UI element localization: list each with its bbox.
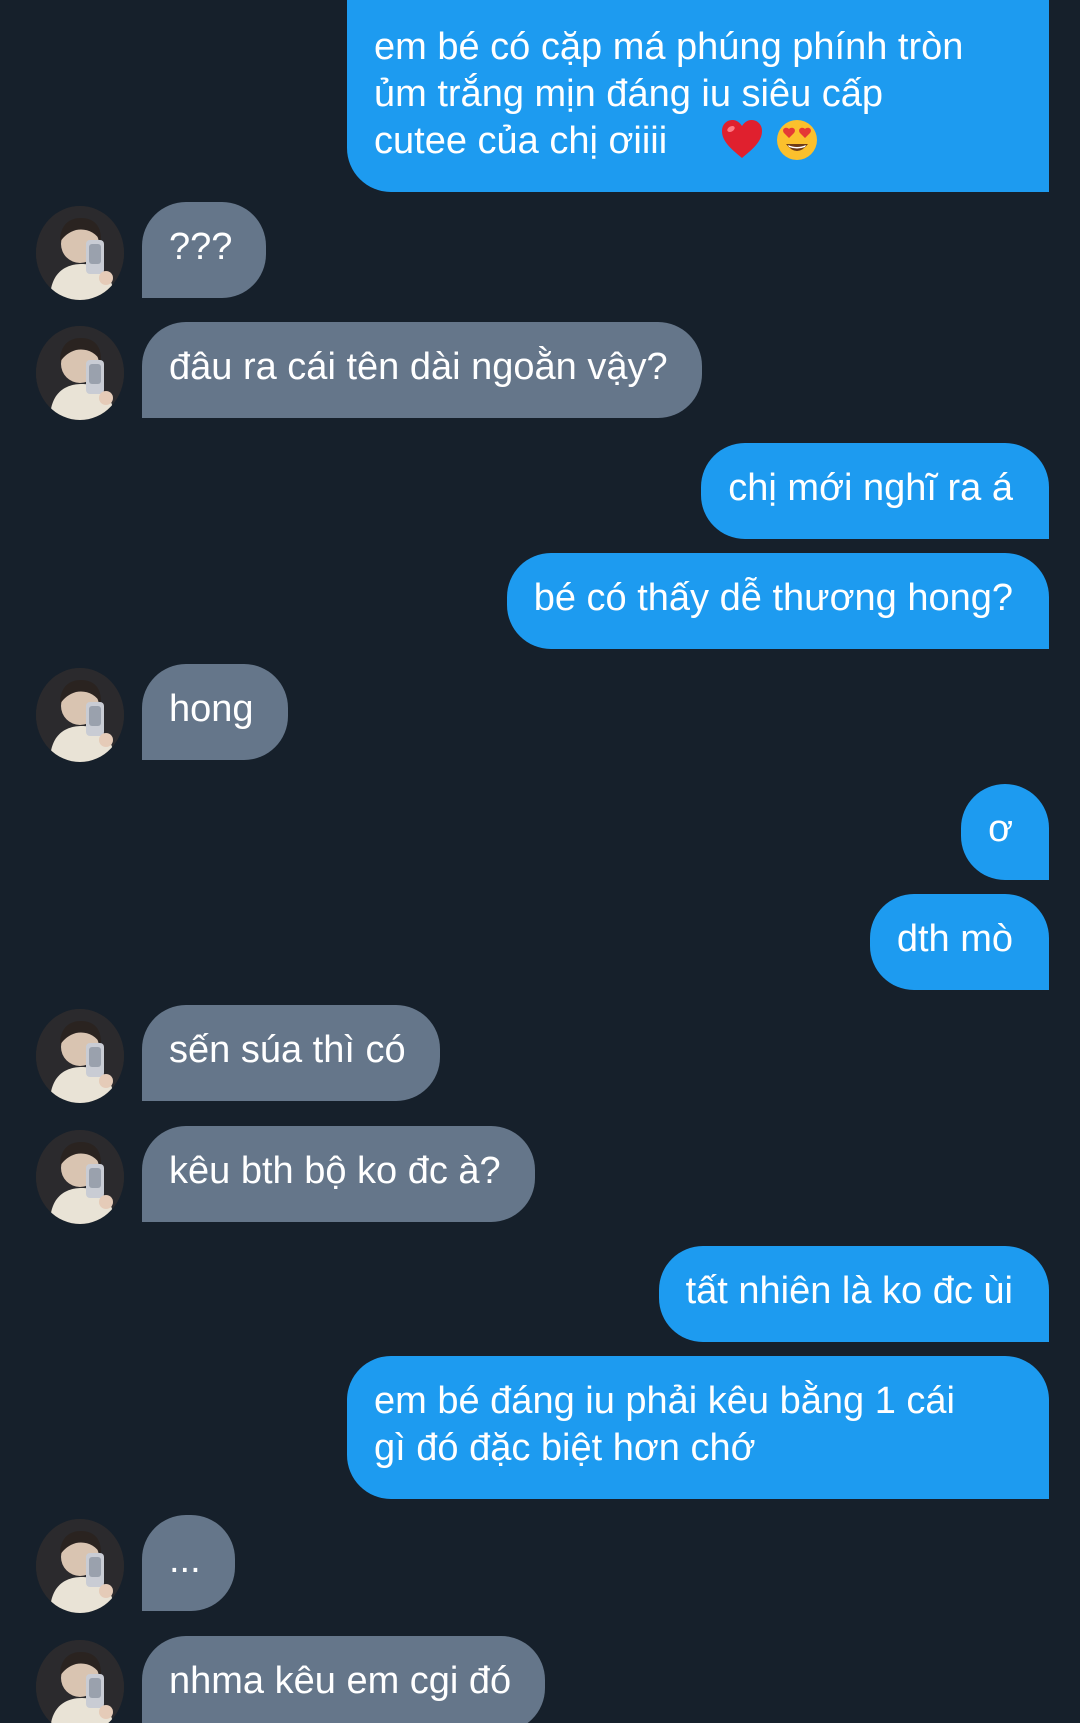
chat-thread[interactable]: em bé có cặp má phúng phính tròn ủm trắn… [0,0,1080,1723]
message-text: đâu ra cái tên dài ngoằn vậy? [169,346,668,388]
sent-message-bubble[interactable]: bé có thấy dễ thương hong? [506,553,1049,649]
message-text: ??? [169,226,233,268]
message-text: hong [169,688,254,730]
message-text: chị mới nghĩ ra á [728,467,1013,509]
received-message-bubble[interactable]: hong [142,664,288,760]
avatar-photo [36,1130,124,1224]
contact-avatar[interactable] [36,1519,124,1613]
message-text: sến súa thì có [169,1029,406,1071]
sent-message-bubble[interactable]: chị mới nghĩ ra á [701,443,1049,539]
message-text: tất nhiên là ko đc ùi [685,1270,1013,1312]
received-message-bubble[interactable]: nhma kêu em cgi đó [142,1636,546,1723]
sent-message-bubble[interactable]: dth mò [869,894,1049,990]
contact-avatar[interactable] [36,326,124,420]
heart-eyes-face-icon [776,120,817,160]
message-text: dth mò [896,918,1013,960]
sent-message-bubble[interactable]: tất nhiên là ko đc ùi [658,1246,1049,1342]
received-message-bubble[interactable]: sến súa thì có [142,1005,440,1101]
avatar-photo [36,1519,124,1613]
avatar-photo [36,668,124,762]
message-text: ơ [988,808,1013,850]
received-message-bubble[interactable]: ??? [142,202,267,298]
message-text: em bé có cặp má phúng phính tròn ủm trắn… [374,26,964,162]
contact-avatar[interactable] [36,1640,124,1723]
contact-avatar[interactable] [36,668,124,762]
sent-message-bubble[interactable]: ơ [961,784,1049,880]
message-text: bé có thấy dễ thương hong? [533,577,1013,619]
red-heart-icon [722,120,762,158]
avatar-photo [36,326,124,420]
message-text: kêu bth bộ ko đc à? [169,1150,501,1192]
avatar-photo [36,206,124,300]
received-message-bubble[interactable]: đâu ra cái tên dài ngoằn vậy? [142,322,702,418]
received-message-bubble[interactable]: kêu bth bộ ko đc à? [142,1126,535,1222]
contact-avatar[interactable] [36,1009,124,1103]
message-text: ... [169,1539,201,1581]
message-text: nhma kêu em cgi đó [169,1660,512,1702]
contact-avatar[interactable] [36,1130,124,1224]
avatar-photo [36,1640,124,1723]
message-text: em bé đáng iu phải kêu bằng 1 cái gì đó … [374,1380,955,1469]
avatar-photo [36,1009,124,1103]
contact-avatar[interactable] [36,206,124,300]
received-message-bubble[interactable]: ... [142,1515,235,1611]
sent-message-bubble[interactable]: em bé đáng iu phải kêu bằng 1 cái gì đó … [347,1356,1049,1499]
sent-message-bubble[interactable]: em bé có cặp má phúng phính tròn ủm trắn… [347,0,1049,192]
